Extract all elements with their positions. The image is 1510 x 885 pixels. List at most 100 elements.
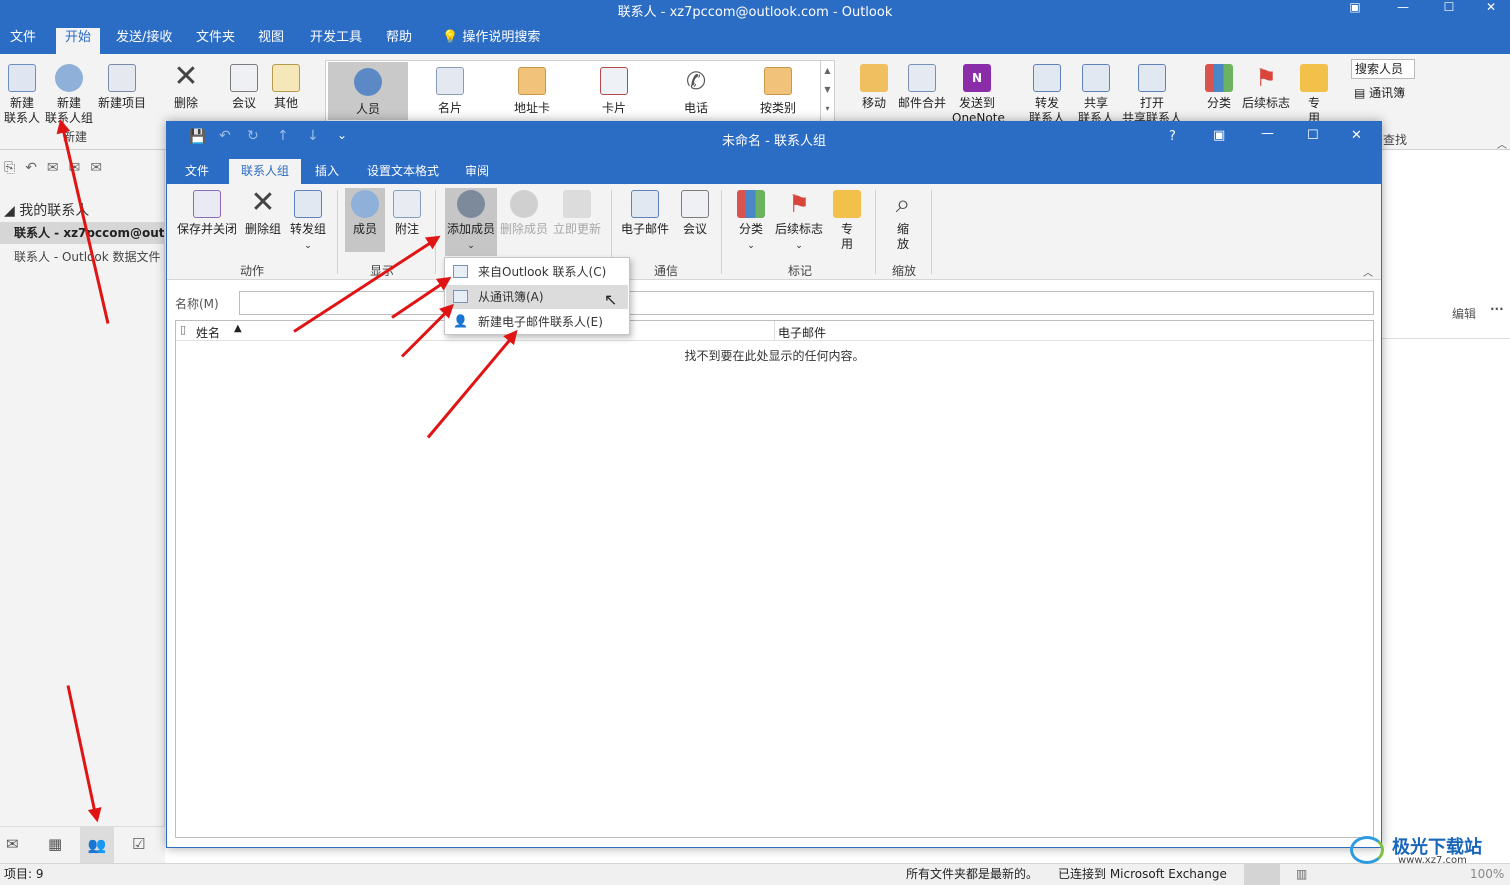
status-bar: 项目: 9 所有文件夹都是最新的。 已连接到 Microsoft Exchang… [0, 863, 1510, 885]
tab-send-receive[interactable]: 发送/接收 [110, 28, 178, 54]
add-members-dropdown-icon: ⌄ [467, 241, 475, 251]
new-contact-button[interactable]: 新建 联系人 [4, 64, 40, 126]
outlook-title-bar: 联系人 - xz7pccom@outlook.com - Outlook ▣ —… [0, 0, 1510, 22]
dialog-follow-up-button[interactable]: ⚑ 后续标志 ⌄ [773, 190, 825, 254]
tab-view[interactable]: 视图 [252, 28, 290, 54]
mail-merge-button[interactable]: 邮件合并 [896, 64, 948, 111]
new-items-button[interactable]: 新建项目 [96, 64, 148, 111]
menu-item-new-email-contact[interactable]: 👤 新建电子邮件联系人(E) [446, 310, 628, 334]
people-module-icon[interactable]: 👥 [80, 827, 114, 863]
tab-developer[interactable]: 开发工具 [304, 28, 368, 54]
magnifier-icon: ⌕ [895, 189, 911, 219]
phone-icon: ✆ [685, 67, 707, 95]
follow-up-button[interactable]: ⚑ 后续标志 [1240, 64, 1292, 111]
gallery-scroll[interactable]: ▲ ▼ ▾ [820, 61, 834, 121]
tab-file[interactable]: 文件 [4, 28, 42, 54]
dialog-tab-file[interactable]: 文件 [173, 159, 221, 184]
notes-button[interactable]: 附注 [389, 190, 425, 237]
ribbon-display-icon[interactable]: ▣ [1332, 0, 1378, 14]
view-by-category[interactable]: 按类别 [738, 61, 818, 121]
view-business-card[interactable]: 名片 [410, 61, 490, 121]
folder-contacts-outlook[interactable]: 联系人 - xz7pccom@outlook.com [0, 222, 164, 244]
calendar-module-icon[interactable]: ▦ [48, 835, 62, 853]
meeting-button[interactable]: 会议 [228, 64, 260, 111]
watermark-logo: 极光下载站 www.xz7.com [1348, 832, 1498, 866]
dialog-close-icon[interactable]: ✕ [1351, 128, 1362, 143]
tell-me-search[interactable]: 💡 操作说明搜索 [436, 28, 546, 54]
folder-icon [860, 64, 888, 92]
edit-link[interactable]: 编辑 [1452, 305, 1476, 322]
address-book-button[interactable]: ▤ 通讯簿 [1354, 84, 1405, 101]
mail-icon[interactable]: ✉ [6, 835, 19, 853]
dialog-meeting-button[interactable]: 会议 [677, 190, 713, 237]
save-close-button[interactable]: 保存并关闭 [175, 190, 239, 237]
zoom-button[interactable]: ⌕ 缩 放 [885, 190, 921, 252]
mouse-cursor-icon: ↖ [604, 290, 618, 309]
categorize-button[interactable]: 分类 [1202, 64, 1236, 111]
help-icon[interactable]: ? [1169, 129, 1176, 144]
dialog-private-label: 专 用 [840, 222, 853, 251]
quick-access-icons[interactable]: ⎘↶✉✉✉ [4, 160, 112, 176]
maximize-icon[interactable]: ☐ [1426, 0, 1472, 14]
contact-group-window: 💾 ↶ ↻ ↑ ↓ ⌄ 未命名 - 联系人组 ? ▣ — ☐ ✕ 文件 联系人组… [166, 121, 1382, 848]
remove-member-button[interactable]: 删除成员 [499, 190, 549, 237]
members-button[interactable]: 成员 [345, 188, 385, 252]
normal-view-button[interactable] [1244, 864, 1280, 885]
more-options-icon[interactable]: ··· [1490, 302, 1504, 316]
view-address-card[interactable]: 地址卡 [492, 61, 572, 121]
open-shared-icon [1138, 64, 1166, 92]
close-icon[interactable]: ✕ [1468, 0, 1510, 14]
send-to-onenote-button[interactable]: N 发送到 OneNote [952, 64, 1005, 126]
search-people-box[interactable]: 搜索人员 [1351, 59, 1415, 79]
minimize-icon[interactable]: — [1380, 0, 1426, 14]
view-card[interactable]: 卡片 [574, 61, 654, 121]
view-people[interactable]: 人员 [328, 62, 408, 120]
tab-help[interactable]: 帮助 [380, 28, 418, 54]
dialog-minimize-icon[interactable]: — [1261, 126, 1274, 141]
members-label: 成员 [352, 222, 377, 236]
collapse-dialog-ribbon-icon[interactable]: ︿ [1363, 264, 1373, 279]
menu-item-from-outlook-contacts[interactable]: 来自Outlook 联系人(C) [446, 260, 628, 284]
column-email[interactable]: 电子邮件 [778, 324, 826, 341]
column-name[interactable]: 姓名 [196, 324, 220, 341]
move-button[interactable]: 移动 [856, 64, 892, 111]
reading-view-icon[interactable]: ▥ [1296, 864, 1307, 885]
add-members-button[interactable]: 添加成员 ⌄ [445, 188, 497, 256]
my-contacts-header[interactable]: ◢ 我的联系人 [4, 200, 89, 220]
dialog-tab-review[interactable]: 审阅 [453, 159, 501, 184]
forward-contact-button[interactable]: 转发 联系人 [1022, 64, 1072, 126]
dialog-private-button[interactable]: 专 用 [831, 190, 863, 252]
zoom-level[interactable]: 100% [1470, 864, 1504, 885]
update-now-button[interactable]: 立即更新 [551, 190, 603, 237]
tab-home[interactable]: 开始 [56, 28, 101, 54]
dialog-tab-format-text[interactable]: 设置文本格式 [355, 159, 451, 184]
group-communicate-label: 通信 [653, 264, 678, 278]
tab-folder[interactable]: 文件夹 [190, 28, 241, 54]
view-phone[interactable]: ✆ 电话 [656, 61, 736, 121]
collapse-ribbon-icon[interactable]: ︿ [1497, 136, 1507, 151]
open-shared-contacts-button[interactable]: 打开 共享联系人 [1120, 64, 1184, 126]
email-button[interactable]: 电子邮件 [619, 190, 671, 237]
folder-contacts-data-file[interactable]: 联系人 - Outlook 数据文件 [0, 246, 164, 268]
update-now-icon [563, 190, 591, 218]
dialog-tab-contact-group[interactable]: 联系人组 [229, 159, 302, 184]
calendar-icon [230, 64, 258, 92]
menu-item-from-address-book[interactable]: 从通讯簿(A) [446, 285, 628, 309]
dialog-tab-insert[interactable]: 插入 [303, 159, 351, 184]
private-button[interactable]: 专 用 [1298, 64, 1330, 126]
dialog-maximize-icon[interactable]: ☐ [1307, 128, 1319, 143]
address-book-icon: ▤ [1354, 86, 1366, 100]
view-by-category-label: 按类别 [759, 101, 796, 115]
delete-button[interactable]: ✕ 删除 [170, 62, 202, 111]
dialog-categorize-button[interactable]: 分类 ⌄ [733, 190, 769, 254]
other-button[interactable]: 其他 [270, 64, 302, 111]
new-contact-label: 新建 联系人 [4, 96, 41, 125]
delete-group-button[interactable]: ✕ 删除组 [243, 188, 283, 237]
tasks-icon[interactable]: ☑ [132, 835, 145, 853]
sync-status: 所有文件夹都是最新的。 [906, 867, 1039, 881]
new-contact-group-button[interactable]: 新建 联系人组 [44, 64, 94, 126]
forward-group-button[interactable]: 转发组 ⌄ [287, 190, 329, 254]
new-group-label: 新建 联系人组 [44, 96, 93, 125]
share-contacts-button[interactable]: 共享 联系人 [1076, 64, 1116, 126]
dialog-ribbon-display-icon[interactable]: ▣ [1213, 128, 1225, 143]
